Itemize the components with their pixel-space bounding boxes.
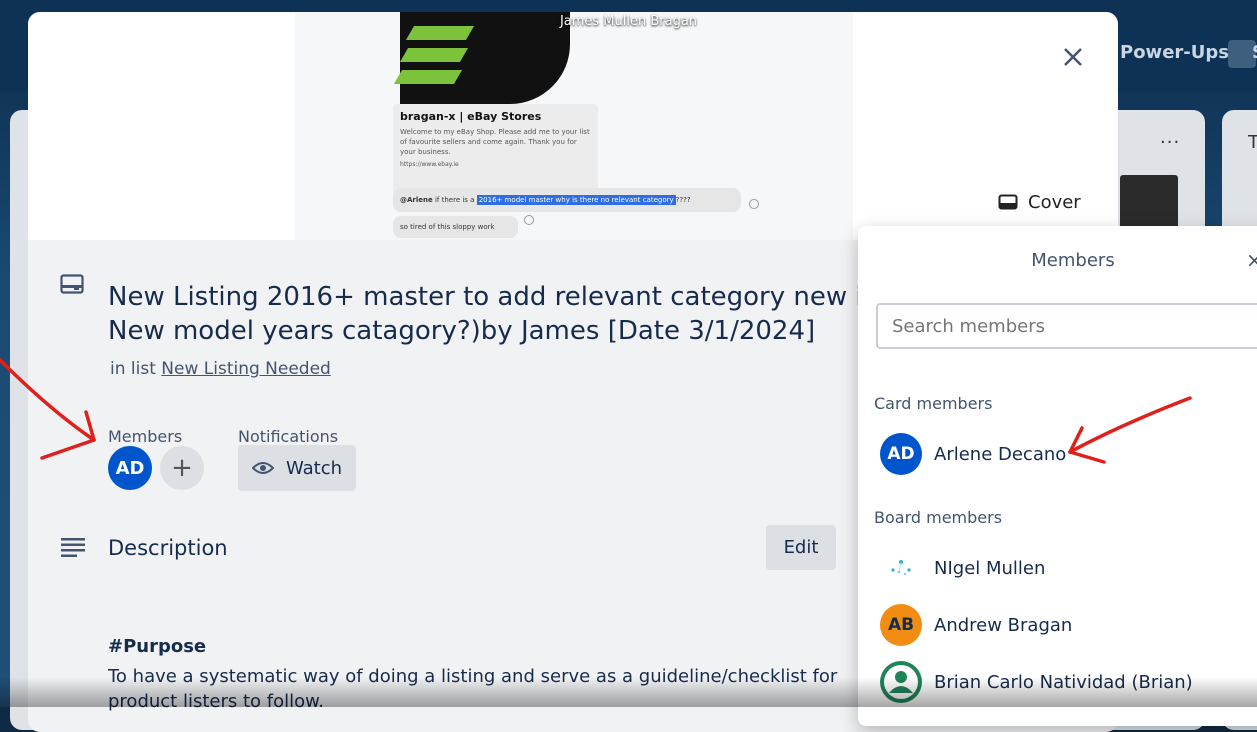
list-link[interactable]: New Listing Needed — [161, 359, 331, 379]
board-member-item[interactable]: NIgel Mullen — [880, 546, 1045, 590]
avatar[interactable]: AD — [108, 446, 152, 490]
card-members-label: Card members — [874, 394, 993, 413]
watch-button[interactable]: Watch — [238, 445, 356, 491]
in-list-label: in list New Listing Needed — [110, 359, 331, 379]
member-name: Andrew Bragan — [934, 614, 1073, 636]
store-card-text: Welcome to my eBay Shop. Please add me t… — [400, 128, 590, 156]
chat-highlight: 2016+ model master why is there no relev… — [476, 195, 676, 205]
members-label: Members — [108, 427, 183, 446]
board-members-label: Board members — [874, 508, 1003, 527]
member-name: NIgel Mullen — [934, 557, 1046, 579]
description-icon — [61, 538, 85, 557]
power-ups-button[interactable]: Power-Ups — [1120, 42, 1229, 63]
card-title-line-1: New Listing 2016+ master to add relevant… — [108, 282, 868, 312]
members-popover: Members × Card members AD Arlene Decano … — [858, 226, 1257, 726]
purpose-heading: #Purpose — [108, 636, 207, 657]
member-name: Arlene Decano — [934, 443, 1067, 465]
board-header-cut-label: S — [1252, 42, 1257, 63]
cover-icon — [998, 194, 1018, 210]
avatar: AB — [880, 604, 922, 646]
description-heading: Description — [108, 536, 228, 560]
avatar — [880, 547, 922, 589]
store-card-title: bragan-x | eBay Stores — [400, 110, 542, 123]
board-member-item[interactable]: AB Andrew Bragan — [880, 603, 1072, 647]
eye-icon — [251, 462, 274, 474]
video-bottom-shade — [0, 677, 1257, 707]
watch-label: Watch — [285, 457, 343, 479]
list-title-cut: T — [1248, 132, 1257, 153]
list-menu-icon[interactable]: ··· — [1160, 132, 1180, 153]
card-icon — [60, 274, 84, 294]
edit-description-button[interactable]: Edit — [766, 525, 836, 570]
card-member-item[interactable]: AD Arlene Decano — [880, 432, 1066, 476]
close-icon[interactable] — [1058, 42, 1088, 72]
cover-image: bragan-x | eBay Stores Welcome to my eBa… — [295, 12, 853, 240]
popover-close-icon[interactable]: × — [1246, 248, 1257, 272]
cover-button-label: Cover — [1028, 191, 1081, 213]
chat-author: @Arlene — [400, 196, 433, 204]
store-card: bragan-x | eBay Stores Welcome to my eBa… — [393, 104, 598, 194]
card-title-line-2: New model years catagory?)by James [Date… — [108, 316, 816, 346]
avatar: AD — [880, 433, 922, 475]
card-title[interactable]: New Listing 2016+ master to add relevant… — [108, 280, 868, 348]
store-card-link: https://www.ebay.ie — [400, 161, 459, 168]
window-title: James Mullen Bragan — [559, 14, 698, 29]
cover-button[interactable]: Cover — [998, 188, 1081, 216]
network-avatar-icon — [891, 560, 911, 576]
add-member-button[interactable]: + — [160, 446, 204, 490]
card-cover: bragan-x | eBay Stores Welcome to my eBa… — [28, 12, 1118, 240]
chat-message: @Arlene if there is a 2016+ model master… — [393, 188, 741, 212]
search-members-input[interactable] — [876, 303, 1257, 349]
notifications-label: Notifications — [238, 427, 339, 446]
chat-text: if there is a — [434, 196, 475, 204]
chat-message-2: so tired of this sloppy work — [393, 216, 518, 238]
popover-title: Members — [1031, 250, 1115, 271]
chat-suffix: ???? — [675, 196, 691, 204]
in-list-prefix: in list — [110, 359, 156, 379]
